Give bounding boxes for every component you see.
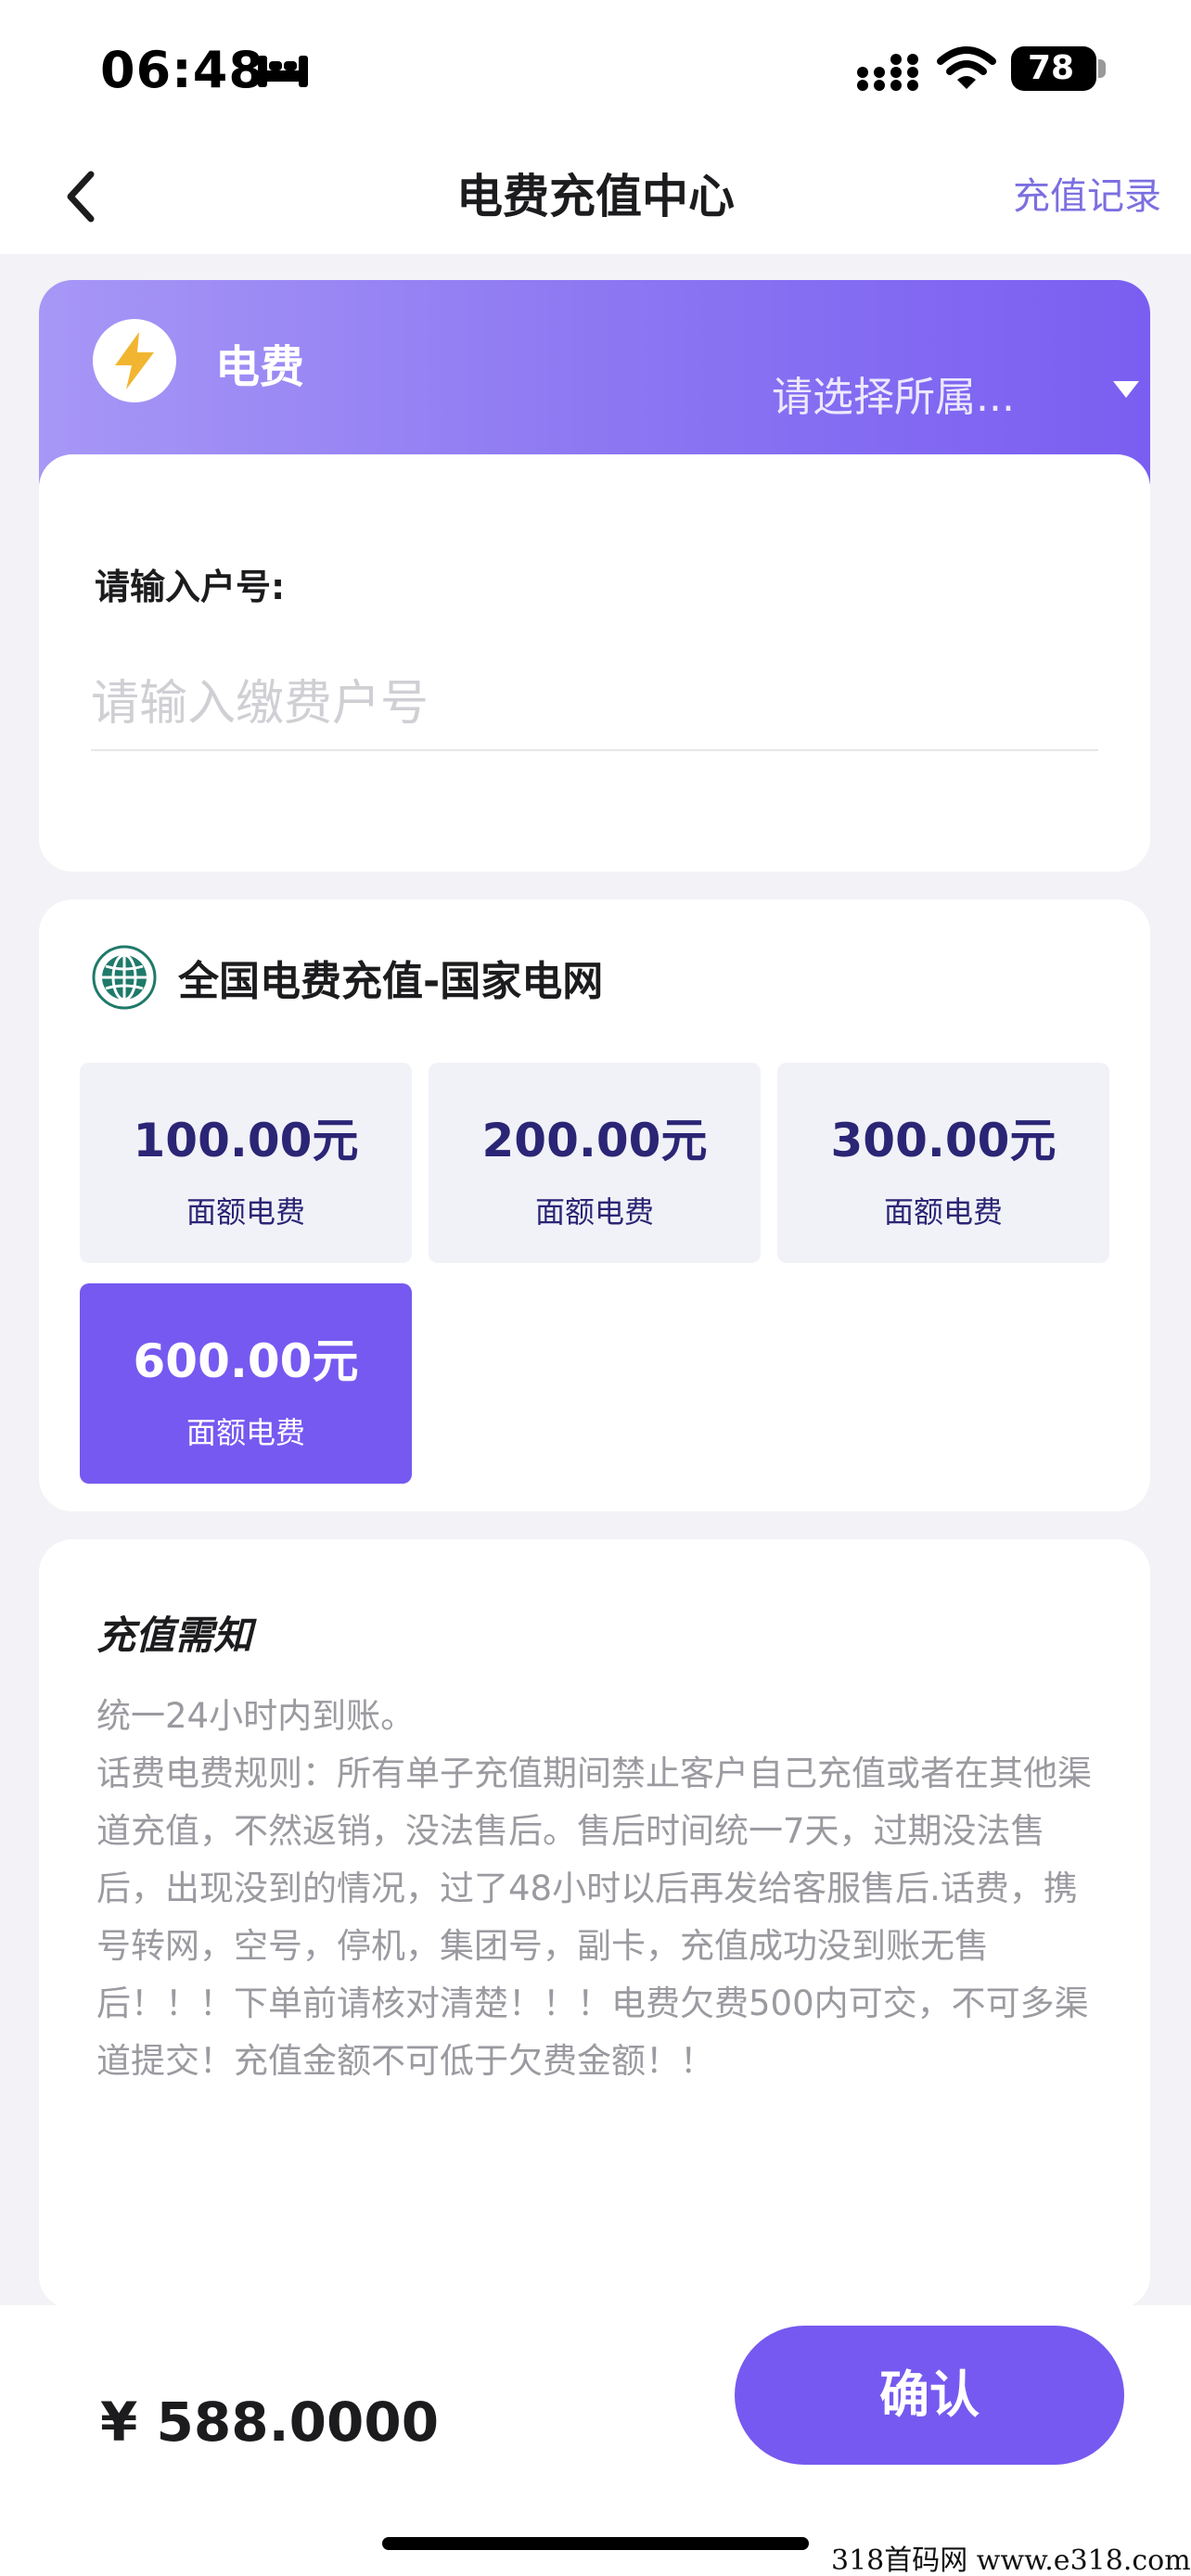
electricity-label: 电费 bbox=[215, 341, 305, 393]
lightning-bolt-icon bbox=[93, 319, 176, 402]
denomination-subtitle: 面额电费 bbox=[186, 1415, 305, 1450]
confirm-button[interactable]: 确认 bbox=[735, 2326, 1124, 2465]
triangle-down-icon bbox=[1113, 381, 1139, 398]
denomination-card: 全国电费充值-国家电网 100.00元 面额电费 200.00元 面额电费 30… bbox=[39, 899, 1150, 1511]
denomination-option-selected[interactable]: 600.00元 面额电费 bbox=[80, 1283, 412, 1484]
app-root: 06:48 78 电费充值中心 充值记录 电费 请选择所属... 请输入户号: … bbox=[0, 0, 1191, 2576]
account-number-input[interactable] bbox=[91, 658, 1098, 751]
watermark-text: 318首码网 www.e318.com bbox=[831, 2544, 1191, 2576]
account-input-label: 请输入户号: bbox=[95, 567, 286, 607]
checkout-bar: ¥ 588.0000 确认 bbox=[0, 2305, 1191, 2576]
status-bar: 06:48 78 bbox=[0, 0, 1191, 139]
state-grid-logo bbox=[92, 945, 157, 1010]
denomination-amount: 600.00元 bbox=[133, 1334, 359, 1388]
denomination-option[interactable]: 100.00元 面额电费 bbox=[80, 1063, 412, 1263]
battery-cap bbox=[1098, 59, 1106, 78]
home-indicator bbox=[382, 2537, 809, 2550]
wifi-icon bbox=[937, 46, 996, 89]
denomination-subtitle: 面额电费 bbox=[186, 1194, 305, 1230]
electricity-header: 电费 请选择所属... bbox=[39, 280, 1150, 484]
signal-icon bbox=[857, 54, 918, 91]
nav-bar: 电费充值中心 充值记录 bbox=[0, 139, 1191, 254]
denomination-title: 全国电费充值-国家电网 bbox=[178, 958, 604, 1005]
denomination-amount: 100.00元 bbox=[133, 1114, 359, 1167]
denomination-option[interactable]: 200.00元 面额电费 bbox=[429, 1063, 761, 1263]
status-time: 06:48 bbox=[100, 41, 264, 99]
notice-card: 充值需知 统一24小时内到账。 话费电费规则：所有单子充值期间禁止客户自己充值或… bbox=[39, 1539, 1150, 2309]
denomination-subtitle: 面额电费 bbox=[883, 1194, 1003, 1230]
total-price: ¥ 588.0000 bbox=[100, 2391, 440, 2454]
denomination-option[interactable]: 300.00元 面额电费 bbox=[777, 1063, 1109, 1263]
recharge-record-link[interactable]: 充值记录 bbox=[1013, 139, 1161, 254]
notice-body: 统一24小时内到账。 话费电费规则：所有单子充值期间禁止客户自己充值或者在其他渠… bbox=[96, 1688, 1095, 2090]
denomination-amount: 200.00元 bbox=[481, 1114, 708, 1167]
denomination-amount: 300.00元 bbox=[830, 1114, 1057, 1167]
chevron-left-icon[interactable] bbox=[56, 161, 111, 232]
battery-icon: 78 bbox=[1011, 46, 1096, 91]
notice-line: 统一24小时内到账。 bbox=[96, 1696, 416, 1736]
battery-level: 78 bbox=[1027, 49, 1075, 87]
denomination-subtitle: 面额电费 bbox=[534, 1194, 654, 1230]
notice-line: 话费电费规则：所有单子充值期间禁止客户自己充值或者在其他渠道充值，不然返销，没法… bbox=[96, 1753, 1092, 2081]
region-select[interactable]: 请选择所属... bbox=[733, 354, 1139, 428]
region-select-placeholder: 请选择所属... bbox=[772, 374, 1015, 421]
notice-title: 充值需知 bbox=[96, 1613, 253, 1658]
electricity-card: 电费 请选择所属... 请输入户号: bbox=[39, 280, 1150, 872]
account-input-panel: 请输入户号: bbox=[39, 454, 1150, 872]
bed-icon bbox=[258, 56, 308, 87]
